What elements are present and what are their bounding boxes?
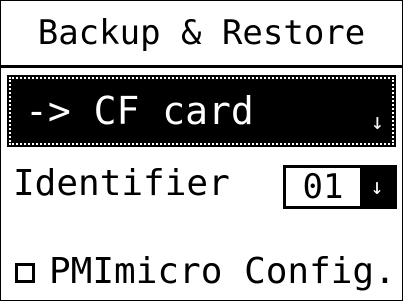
arrow-down-icon: ↓ — [370, 110, 384, 135]
identifier-value: 01 — [302, 167, 344, 207]
config-option-row[interactable]: PMImicro Config. — [1, 247, 402, 297]
config-checkbox-label: PMImicro Config. — [49, 251, 396, 292]
target-dropdown-value: -> CF card — [25, 89, 254, 133]
identifier-row: Identifier 01 ↓ — [1, 159, 402, 215]
arrow-down-icon: ↓ — [360, 168, 394, 206]
target-dropdown[interactable]: -> CF card ↓ — [7, 75, 396, 147]
identifier-select[interactable]: 01 ↓ — [283, 165, 397, 209]
page-title: Backup & Restore — [37, 13, 366, 53]
identifier-label: Identifier — [13, 163, 230, 204]
title-bar: Backup & Restore — [1, 1, 402, 68]
config-checkbox[interactable] — [15, 263, 35, 283]
device-screen: Backup & Restore -> CF card ↓ Identifier… — [0, 0, 403, 301]
